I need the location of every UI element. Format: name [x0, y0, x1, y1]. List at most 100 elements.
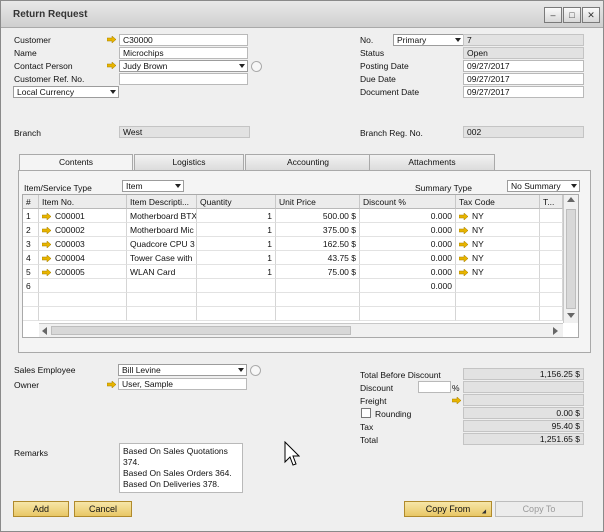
table-cell[interactable] — [540, 251, 563, 265]
contact-link-arrow-icon[interactable] — [107, 62, 116, 69]
summary-type-select[interactable]: No Summary — [507, 180, 580, 192]
table-cell-qty[interactable]: 1 — [197, 237, 276, 251]
posting-date-field[interactable]: 09/27/2017 — [463, 60, 584, 72]
column-header[interactable]: Item No. — [39, 195, 127, 209]
scroll-left-icon[interactable] — [42, 327, 47, 335]
table-cell-item[interactable] — [39, 279, 127, 293]
table-cell-qty[interactable]: 1 — [197, 265, 276, 279]
item-type-select[interactable]: Item — [122, 180, 184, 192]
table-cell[interactable] — [540, 265, 563, 279]
link-arrow-icon[interactable] — [41, 240, 52, 249]
maximize-icon[interactable]: □ — [563, 7, 581, 23]
column-header[interactable]: # — [23, 195, 39, 209]
table-cell-price[interactable]: 43.75 $ — [276, 251, 360, 265]
table-cell-price[interactable]: 375.00 $ — [276, 223, 360, 237]
table-cell-desc[interactable]: Quadcore CPU 3 — [127, 237, 197, 251]
column-header[interactable]: Discount % — [360, 195, 456, 209]
table-cell-disc[interactable]: 0.000 — [360, 209, 456, 223]
info-circle-icon[interactable] — [250, 365, 261, 376]
title-bar[interactable]: Return Request – □ ✕ — [1, 1, 603, 28]
link-arrow-icon[interactable] — [458, 268, 469, 277]
tab-attachments[interactable]: Attachments — [369, 154, 495, 170]
table-cell-tax[interactable]: NY — [456, 237, 540, 251]
table-cell-price[interactable]: 75.00 $ — [276, 265, 360, 279]
table-row[interactable]: 6 0.000 — [23, 279, 563, 293]
table-cell-price[interactable] — [276, 279, 360, 293]
table-cell-item[interactable]: C00005 — [39, 265, 127, 279]
table-cell-tax[interactable]: NY — [456, 251, 540, 265]
tab-logistics[interactable]: Logistics — [134, 154, 244, 170]
table-cell-item[interactable]: C00004 — [39, 251, 127, 265]
close-icon[interactable]: ✕ — [582, 7, 600, 23]
scroll-thumb[interactable] — [566, 209, 576, 309]
link-arrow-icon[interactable] — [458, 226, 469, 235]
name-field[interactable]: Microchips — [119, 47, 248, 59]
table-row[interactable]: 4 C00004 Tower Case with 1 43.75 $ 0.000 NY — [23, 251, 563, 265]
customer-ref-field[interactable] — [119, 73, 248, 85]
currency-select[interactable]: Local Currency — [13, 86, 119, 98]
series-select[interactable]: Primary — [393, 34, 464, 46]
table-row[interactable]: 1 C00001 Motherboard BTX 1 500.00 $ 0.000 NY — [23, 209, 563, 223]
tab-contents[interactable]: Contents — [19, 154, 133, 171]
link-arrow-icon[interactable] — [41, 268, 52, 277]
table-cell-disc[interactable]: 0.000 — [360, 251, 456, 265]
link-arrow-icon[interactable] — [41, 212, 52, 221]
table-cell-desc[interactable]: Tower Case with — [127, 251, 197, 265]
table-cell-tax[interactable]: NY — [456, 223, 540, 237]
column-header[interactable]: Unit Price — [276, 195, 360, 209]
link-arrow-icon[interactable] — [41, 226, 52, 235]
table-cell[interactable] — [540, 279, 563, 293]
table-row[interactable]: 5 C00005 WLAN Card 1 75.00 $ 0.000 NY — [23, 265, 563, 279]
table-cell-disc[interactable]: 0.000 — [360, 265, 456, 279]
table-cell-disc[interactable]: 0.000 — [360, 279, 456, 293]
tab-accounting[interactable]: Accounting — [245, 154, 371, 170]
owner-field[interactable]: User, Sample — [118, 378, 247, 390]
info-circle-icon[interactable] — [251, 61, 262, 72]
horizontal-scrollbar[interactable] — [39, 323, 563, 337]
table-cell-price[interactable]: 500.00 $ — [276, 209, 360, 223]
scroll-down-icon[interactable] — [567, 313, 575, 318]
table-cell-item[interactable]: C00001 — [39, 209, 127, 223]
table-cell-disc[interactable]: 0.000 — [360, 223, 456, 237]
column-header[interactable]: Tax Code — [456, 195, 540, 209]
customer-link-arrow-icon[interactable] — [107, 36, 116, 43]
table-row[interactable]: 2 C00002 Motherboard Mic 1 375.00 $ 0.000 NY — [23, 223, 563, 237]
sales-employee-select[interactable]: Bill Levine — [118, 364, 247, 376]
remarks-textarea[interactable]: Based On Sales Quotations 374. Based On … — [119, 443, 243, 493]
table-cell[interactable] — [540, 237, 563, 251]
table-cell-item[interactable]: C00002 — [39, 223, 127, 237]
copy-from-button[interactable]: Copy From — [404, 501, 492, 517]
table-cell-price[interactable]: 162.50 $ — [276, 237, 360, 251]
contact-person-select[interactable]: Judy Brown — [119, 60, 248, 72]
column-header[interactable]: Quantity — [197, 195, 276, 209]
link-arrow-icon[interactable] — [41, 254, 52, 263]
table-cell[interactable] — [540, 223, 563, 237]
link-arrow-icon[interactable] — [458, 212, 469, 221]
scroll-up-icon[interactable] — [567, 197, 575, 202]
column-header[interactable]: T... — [540, 195, 563, 209]
table-cell-qty[interactable]: 1 — [197, 251, 276, 265]
cancel-button[interactable]: Cancel — [74, 501, 132, 517]
copy-to-button[interactable]: Copy To — [495, 501, 583, 517]
table-row[interactable]: 3 C00003 Quadcore CPU 3 1 162.50 $ 0.000 NY — [23, 237, 563, 251]
table-cell-qty[interactable]: 1 — [197, 209, 276, 223]
table-cell-qty[interactable]: 1 — [197, 223, 276, 237]
table-cell-tax[interactable]: NY — [456, 209, 540, 223]
table-cell-tax[interactable] — [456, 279, 540, 293]
table-cell-desc[interactable]: WLAN Card — [127, 265, 197, 279]
table-cell-desc[interactable]: Motherboard BTX — [127, 209, 197, 223]
scroll-thumb-h[interactable] — [51, 326, 351, 335]
rounding-checkbox[interactable] — [361, 408, 371, 418]
table-cell-desc[interactable]: Motherboard Mic — [127, 223, 197, 237]
table-cell[interactable] — [540, 209, 563, 223]
table-cell-item[interactable]: C00003 — [39, 237, 127, 251]
link-arrow-icon[interactable] — [458, 240, 469, 249]
column-header[interactable]: Item Descripti... — [127, 195, 197, 209]
link-arrow-icon[interactable] — [458, 254, 469, 263]
table-cell-disc[interactable]: 0.000 — [360, 237, 456, 251]
owner-link-arrow-icon[interactable] — [107, 381, 116, 388]
vertical-scrollbar[interactable] — [563, 195, 578, 323]
freight-link-arrow-icon[interactable] — [452, 397, 461, 404]
customer-field[interactable]: C30000 — [119, 34, 248, 46]
scroll-right-icon[interactable] — [553, 327, 558, 335]
